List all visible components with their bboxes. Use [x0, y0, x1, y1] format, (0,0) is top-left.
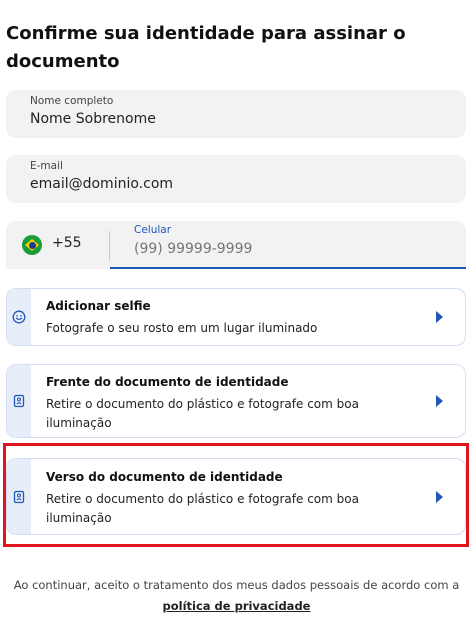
phone-input-underline	[110, 267, 466, 269]
privacy-policy-link[interactable]: política de privacidade	[163, 599, 311, 613]
privacy-notice: Ao continuar, aceito o tratamento dos me…	[0, 575, 473, 617]
card-description: Retire o documento do plástico e fotogra…	[46, 397, 359, 430]
card-title: Frente do documento de identidade	[46, 375, 289, 389]
full-name-label: Nome completo	[30, 95, 114, 107]
add-selfie-card[interactable]: Adicionar selfie Fotografe o seu rosto e…	[6, 288, 466, 346]
document-front-card[interactable]: Frente do documento de identidade Retire…	[6, 364, 466, 438]
card-icon-strip	[7, 365, 31, 437]
id-document-icon	[13, 394, 25, 408]
privacy-notice-text: Ao continuar, aceito o tratamento dos me…	[13, 578, 460, 592]
email-value[interactable]: email@dominio.com	[30, 176, 173, 192]
phone-input[interactable]	[134, 241, 434, 257]
country-code[interactable]: +55	[52, 235, 82, 251]
card-icon-strip	[7, 289, 31, 345]
phone-field: +55 Celular	[6, 221, 466, 269]
divider	[109, 231, 110, 261]
chevron-right-icon	[436, 311, 443, 323]
card-title: Adicionar selfie	[46, 299, 151, 313]
full-name-field[interactable]: Nome completo Nome Sobrenome	[6, 90, 466, 138]
email-field[interactable]: E-mail email@dominio.com	[6, 155, 466, 203]
chevron-right-icon	[436, 395, 443, 407]
full-name-value[interactable]: Nome Sobrenome	[30, 111, 156, 127]
page-title: Confirme sua identidade para assinar o d…	[6, 23, 406, 72]
email-label: E-mail	[30, 160, 63, 172]
card-description: Fotografe o seu rosto em um lugar ilumin…	[46, 321, 318, 335]
brazil-flag-icon[interactable]	[22, 235, 42, 255]
highlight-box	[3, 443, 469, 547]
phone-label: Celular	[134, 224, 172, 236]
smiley-face-icon	[12, 310, 26, 324]
